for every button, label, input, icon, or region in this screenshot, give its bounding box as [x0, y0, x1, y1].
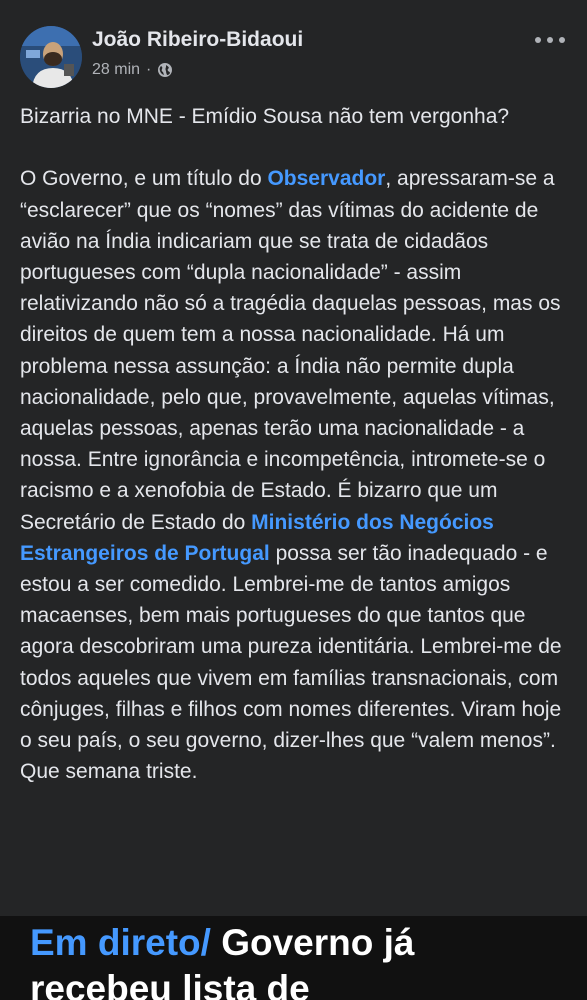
facebook-post: João Ribeiro-Bidaoui 28 min · Bizarria n…	[0, 0, 587, 916]
live-tag: Em direto/	[30, 922, 211, 963]
author-name[interactable]: João Ribeiro-Bidaoui	[92, 28, 303, 52]
meta-separator: ·	[146, 61, 152, 78]
link-preview-headline[interactable]: Em direto/ Governo já recebeu lista de	[30, 920, 510, 1000]
post-title-line: Bizarria no MNE - Emídio Sousa não tem v…	[20, 105, 510, 128]
link-preview-card[interactable]: Em direto/ Governo já recebeu lista de	[0, 916, 587, 1000]
more-horizontal-icon[interactable]	[533, 30, 567, 50]
post-paragraph: O Governo, e um título do Observador, ap…	[20, 163, 575, 787]
avatar[interactable]	[20, 26, 82, 88]
paragraph-segment-1: O Governo, e um título do	[20, 167, 268, 191]
post-header: João Ribeiro-Bidaoui 28 min ·	[20, 26, 567, 90]
avatar-photo	[20, 26, 82, 88]
post-timestamp[interactable]: 28 min	[92, 61, 140, 79]
paragraph-segment-2: , apressaram-se a “esclarecer” que os “n…	[20, 167, 561, 534]
observador-link[interactable]: Observador	[267, 167, 385, 190]
post-body: Bizarria no MNE - Emídio Sousa não tem v…	[20, 101, 575, 787]
post-meta: 28 min ·	[92, 61, 173, 79]
globe-icon[interactable]	[157, 62, 173, 78]
paragraph-segment-3: possa ser tão inadequado - e estou a ser…	[20, 541, 562, 784]
